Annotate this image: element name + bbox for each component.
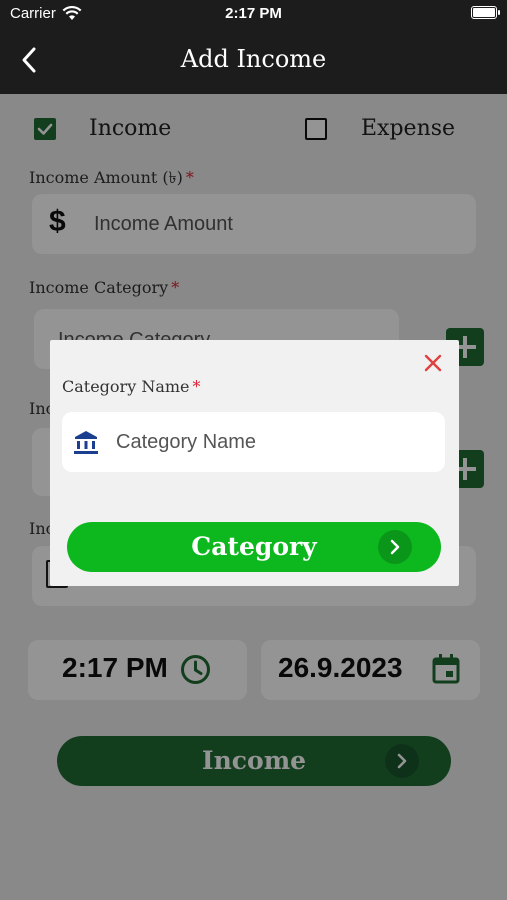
category-name-input[interactable]: Category Name bbox=[62, 412, 445, 472]
battery-icon bbox=[471, 6, 500, 19]
add-category-dialog: Category Name * Category Name Category bbox=[50, 340, 459, 586]
category-name-placeholder: Category Name bbox=[116, 431, 257, 453]
top-bar: Carrier 2:17 PM Add Income bbox=[0, 0, 507, 94]
bank-icon bbox=[74, 431, 98, 454]
save-category-button[interactable]: Category bbox=[67, 522, 441, 572]
status-bar: Carrier 2:17 PM bbox=[0, 0, 507, 28]
chevron-right-icon bbox=[378, 530, 412, 564]
category-name-label: Category Name * bbox=[62, 377, 201, 396]
close-icon[interactable] bbox=[423, 353, 443, 373]
page-title: Add Income bbox=[180, 45, 327, 73]
required-mark: * bbox=[192, 377, 201, 396]
status-time: 2:17 PM bbox=[225, 5, 282, 22]
category-name-label-text: Category Name bbox=[62, 377, 190, 396]
